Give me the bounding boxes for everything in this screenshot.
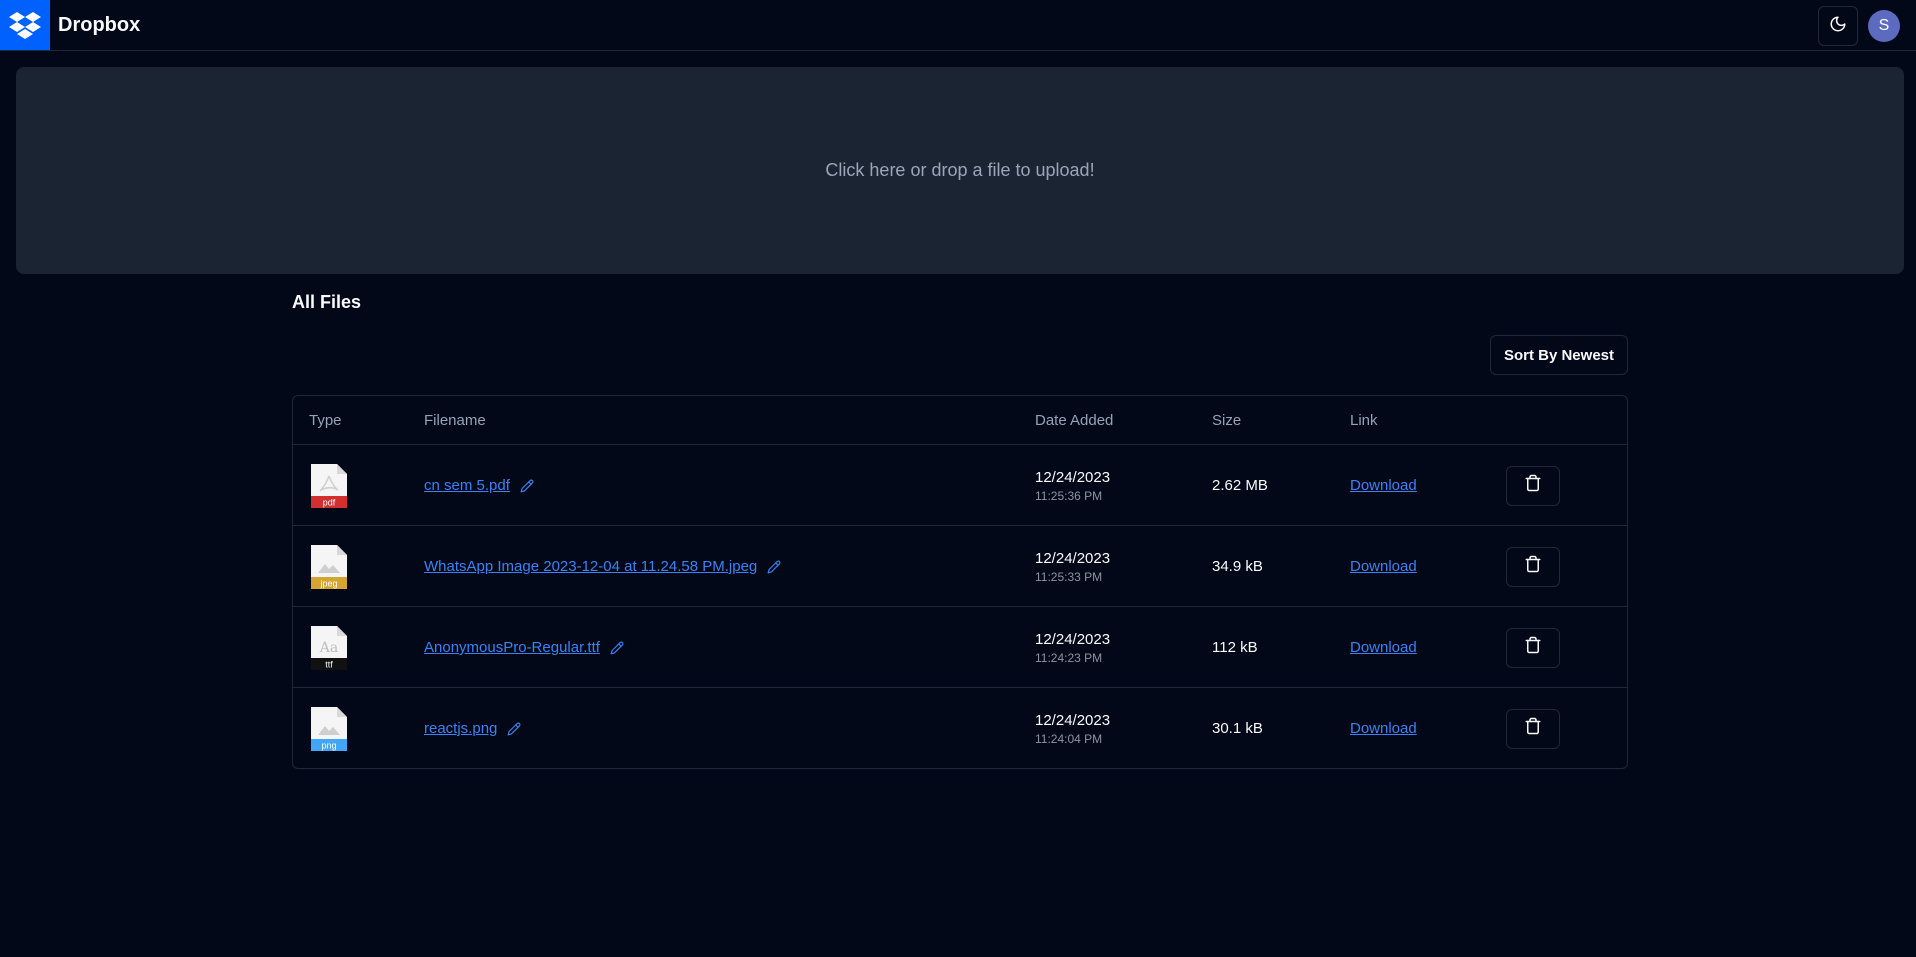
ttf-file-icon: Aa ttf <box>309 624 349 672</box>
date-added: 12/24/2023 <box>1035 468 1111 486</box>
file-size: 30.1 kB <box>1212 720 1263 737</box>
download-link[interactable]: Download <box>1350 558 1417 575</box>
svg-text:jpeg: jpeg <box>319 578 337 588</box>
files-table: Type Filename Date Added Size Link pdf c… <box>292 395 1628 769</box>
delete-button[interactable] <box>1506 465 1560 506</box>
theme-toggle-button[interactable] <box>1818 6 1858 46</box>
date-added: 12/24/2023 <box>1035 711 1111 729</box>
filename-link[interactable]: cn sem 5.pdf <box>424 477 510 494</box>
pencil-icon[interactable] <box>520 479 534 493</box>
table-header: Type Filename Date Added Size Link <box>293 396 1627 445</box>
table-row: Aa ttf AnonymousPro-Regular.ttf 12/24/20… <box>293 607 1627 688</box>
date-added: 12/24/2023 <box>1035 630 1111 648</box>
date-added: 12/24/2023 <box>1035 549 1111 567</box>
download-link[interactable]: Download <box>1350 477 1417 494</box>
column-header-size: Size <box>1212 412 1242 429</box>
upload-dropzone[interactable]: Click here or drop a file to upload! <box>16 67 1904 274</box>
trash-icon <box>1524 717 1542 740</box>
trash-icon <box>1524 555 1542 578</box>
file-size: 2.62 MB <box>1212 477 1268 494</box>
dropbox-logo-icon[interactable] <box>0 0 50 50</box>
filename-link[interactable]: reactjs.png <box>424 720 497 737</box>
column-header-link: Link <box>1350 412 1378 429</box>
pdf-file-icon: pdf <box>309 462 349 510</box>
filename-link[interactable]: WhatsApp Image 2023-12-04 at 11.24.58 PM… <box>424 558 757 575</box>
svg-text:Aa: Aa <box>319 640 338 656</box>
delete-button[interactable] <box>1506 627 1560 668</box>
pencil-icon[interactable] <box>610 641 624 655</box>
pencil-icon[interactable] <box>507 722 521 736</box>
download-link[interactable]: Download <box>1350 720 1417 737</box>
svg-text:png: png <box>321 740 336 750</box>
filename-link[interactable]: AnonymousPro-Regular.ttf <box>424 639 600 656</box>
trash-icon <box>1524 636 1542 659</box>
app-header: Dropbox S <box>0 0 1916 51</box>
column-header-date: Date Added <box>1035 412 1114 429</box>
column-header-filename: Filename <box>424 412 486 429</box>
moon-icon <box>1829 15 1847 38</box>
trash-icon <box>1524 474 1542 497</box>
user-avatar[interactable]: S <box>1868 10 1900 42</box>
column-header-type: Type <box>309 412 342 429</box>
png-file-icon: png <box>309 705 349 753</box>
delete-button[interactable] <box>1506 708 1560 749</box>
time-added: 11:24:23 PM <box>1035 650 1103 665</box>
file-size: 112 kB <box>1212 639 1258 656</box>
svg-text:pdf: pdf <box>323 497 336 507</box>
table-row: png reactjs.png 12/24/2023 11:24:04 PM 3… <box>293 688 1627 768</box>
page-title: All Files <box>292 292 362 312</box>
table-row: jpeg WhatsApp Image 2023-12-04 at 11.24.… <box>293 526 1627 607</box>
time-added: 11:24:04 PM <box>1035 731 1103 746</box>
file-size: 34.9 kB <box>1212 558 1263 575</box>
brand-name[interactable]: Dropbox <box>58 14 140 37</box>
time-added: 11:25:33 PM <box>1035 569 1103 584</box>
jpeg-file-icon: jpeg <box>309 543 349 591</box>
sort-button[interactable]: Sort By Newest <box>1490 335 1628 375</box>
table-row: pdf cn sem 5.pdf 12/24/2023 11:25:36 PM … <box>293 445 1627 526</box>
svg-text:ttf: ttf <box>325 659 333 669</box>
pencil-icon[interactable] <box>767 560 781 574</box>
time-added: 11:25:36 PM <box>1035 488 1103 503</box>
table-body: pdf cn sem 5.pdf 12/24/2023 11:25:36 PM … <box>293 445 1627 768</box>
download-link[interactable]: Download <box>1350 639 1417 656</box>
dropzone-text: Click here or drop a file to upload! <box>825 160 1095 180</box>
delete-button[interactable] <box>1506 546 1560 587</box>
